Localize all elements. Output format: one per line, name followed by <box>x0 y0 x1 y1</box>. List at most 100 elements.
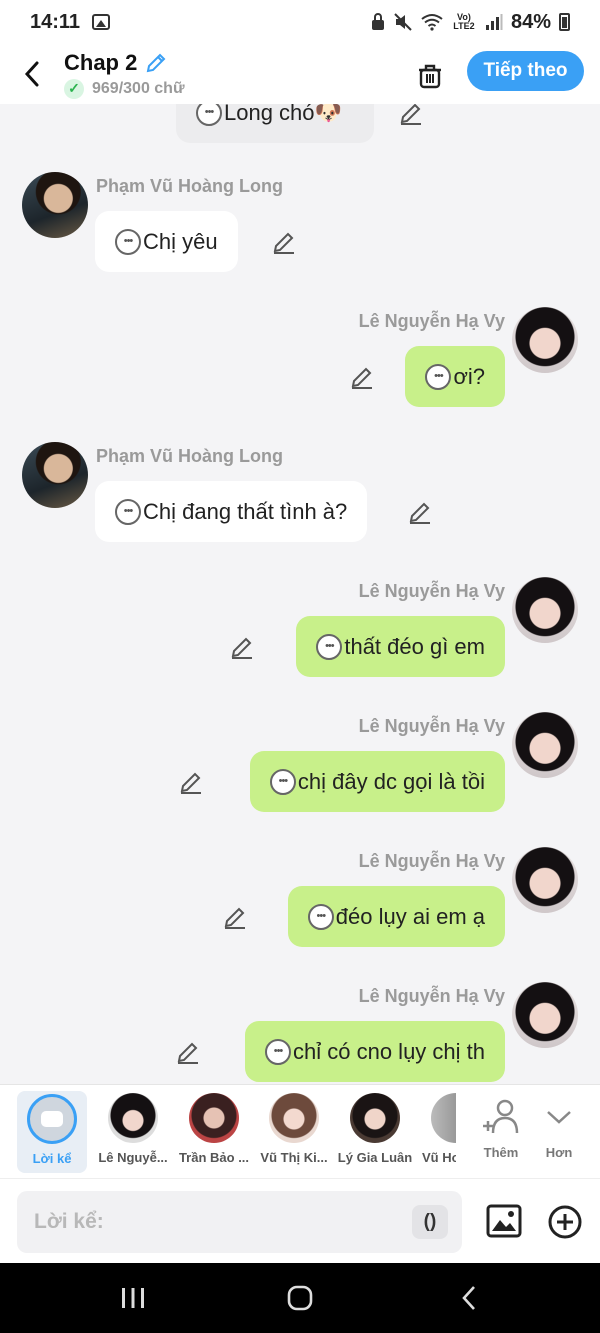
message-text: Chị yêu <box>143 228 218 254</box>
home-icon <box>287 1285 313 1311</box>
character-item[interactable]: Trần Bảo ... <box>176 1093 252 1173</box>
pencil-icon <box>147 53 166 72</box>
recent-apps-icon <box>122 1288 144 1308</box>
back-nav-icon <box>462 1286 475 1310</box>
message-text: chỉ có cno lụy chị th <box>293 1038 485 1064</box>
back-nav-button[interactable] <box>446 1263 492 1333</box>
character-bar: Lời kể Lê Nguyễ... Trần Bảo ... Vũ Thị K… <box>0 1084 600 1178</box>
avatar[interactable] <box>512 712 578 778</box>
input-placeholder: Lời kể: <box>34 1210 104 1233</box>
character-label: Trần Bảo ... <box>178 1150 250 1165</box>
add-icon[interactable] <box>547 1204 583 1240</box>
narration-icon: ••• <box>115 498 141 525</box>
narration-icon: ••• <box>425 363 452 390</box>
character-label: Lý Gia Luân <box>337 1150 413 1165</box>
character-item[interactable]: Vũ Thị Ki... <box>256 1093 332 1173</box>
avatar[interactable] <box>512 847 578 913</box>
sender-name: Lê Nguyễn Hạ Vy <box>358 851 505 871</box>
narration-icon: ••• <box>307 903 334 930</box>
battery-percent: 84% <box>510 10 551 33</box>
input-area: Lời kể: () <box>0 1178 600 1263</box>
network-label: Vo) LTE2 <box>453 12 475 31</box>
message-text: ơi? <box>453 363 485 389</box>
avatar[interactable] <box>512 577 578 643</box>
avatar[interactable] <box>22 442 88 508</box>
character-item[interactable]: Vũ Ho <box>418 1093 456 1173</box>
status-icons: Vo) LTE2 84% <box>371 11 570 34</box>
message-text: chị đây dc gọi là tồi <box>297 768 485 794</box>
edit-message-icon[interactable] <box>398 104 424 126</box>
narration-icon: ••• <box>265 1038 292 1065</box>
character-avatar <box>269 1093 319 1143</box>
edit-message-icon[interactable] <box>178 769 204 795</box>
character-item[interactable]: Lý Gia Luân <box>337 1093 413 1173</box>
message-bubble[interactable]: ••• chỉ có cno lụy chị th <box>245 1021 505 1082</box>
navigation-bar <box>0 1263 600 1333</box>
status-time: 14:11 <box>30 10 81 33</box>
message-bubble[interactable]: ••• ơi? <box>405 346 505 407</box>
add-label: Thêm <box>483 1145 519 1160</box>
image-icon[interactable] <box>486 1204 522 1238</box>
signal-icon <box>485 14 503 30</box>
title-block: Chap 2 ✓ 969/300 chữ <box>64 50 185 99</box>
add-person-icon <box>483 1099 519 1134</box>
narration-icon <box>27 1094 77 1144</box>
mute-icon <box>394 13 412 31</box>
edit-message-icon[interactable] <box>222 904 248 930</box>
character-label: Vũ Ho <box>422 1150 456 1165</box>
edit-message-icon[interactable] <box>229 634 255 660</box>
recent-apps-button[interactable] <box>110 1263 156 1333</box>
add-character-button[interactable]: Thêm <box>471 1095 531 1160</box>
narration-icon: ••• <box>196 104 222 126</box>
character-avatar <box>108 1093 158 1143</box>
character-label: Lê Nguyễ... <box>98 1150 168 1165</box>
sender-name: Lê Nguyễn Hạ Vy <box>358 986 505 1006</box>
battery-icon <box>559 13 570 31</box>
edit-title-button[interactable] <box>143 50 169 76</box>
message-bubble[interactable]: ••• chị đây dc gọi là tồi <box>249 751 505 812</box>
avatar[interactable] <box>512 982 578 1048</box>
message-bubble[interactable]: ••• đéo lụy ai em ạ <box>287 886 505 947</box>
message-bubble[interactable]: ••• Chị yêu <box>95 211 238 272</box>
sender-name: Phạm Vũ Hoàng Long <box>96 176 283 196</box>
more-button[interactable]: Hơn <box>529 1095 589 1160</box>
wifi-icon <box>421 14 443 31</box>
word-count: 969/300 chữ <box>92 79 185 97</box>
character-item[interactable]: Lê Nguyễ... <box>95 1093 171 1173</box>
header: Chap 2 ✓ 969/300 chữ Tiếp theo <box>0 44 600 104</box>
chat-area[interactable]: ••• Long chó🐶 Phạm Vũ Hoàng Long ••• Chị y… <box>0 104 600 1084</box>
character-avatar <box>350 1093 400 1143</box>
next-button[interactable]: Tiếp theo <box>467 51 584 91</box>
lock-icon <box>371 13 384 30</box>
back-button[interactable] <box>0 44 64 104</box>
chevron-down-icon <box>547 1111 571 1124</box>
message-input[interactable]: Lời kể: () <box>17 1191 462 1253</box>
delete-button[interactable] <box>410 56 450 96</box>
home-button[interactable] <box>276 1263 324 1333</box>
status-bar: 14:11 Vo) LTE2 84% <box>0 0 600 44</box>
sender-name: Lê Nguyễn Hạ Vy <box>358 716 505 736</box>
message-bubble[interactable]: ••• thất đéo gì em <box>296 616 505 677</box>
chevron-left-icon <box>24 61 39 87</box>
edit-message-icon[interactable] <box>407 499 433 525</box>
narration-bubble[interactable]: ••• Long chó🐶 <box>176 104 374 143</box>
edit-message-icon[interactable] <box>175 1039 201 1065</box>
edit-message-icon[interactable] <box>349 364 375 390</box>
message-bubble[interactable]: ••• Chị đang thất tình à? <box>95 481 368 542</box>
avatar[interactable] <box>22 172 88 238</box>
character-label: Vũ Thị Ki... <box>260 1150 328 1165</box>
character-narration[interactable]: Lời kể <box>17 1091 87 1173</box>
parenthesis-button[interactable]: () <box>412 1205 448 1239</box>
avatar[interactable] <box>512 307 578 373</box>
check-icon: ✓ <box>64 78 84 99</box>
edit-message-icon[interactable] <box>271 229 297 255</box>
message-text: Chị đang thất tình à? <box>143 498 348 524</box>
message-text: đéo lụy ai em ạ <box>335 903 485 929</box>
sender-name: Phạm Vũ Hoàng Long <box>96 446 283 466</box>
character-avatar <box>431 1093 456 1143</box>
character-label: Lời kể <box>32 1151 72 1166</box>
narration-icon: ••• <box>269 768 296 795</box>
gallery-notification-icon <box>92 14 111 30</box>
message-text: Long chó🐶 <box>224 104 342 125</box>
more-label: Hơn <box>545 1145 573 1160</box>
